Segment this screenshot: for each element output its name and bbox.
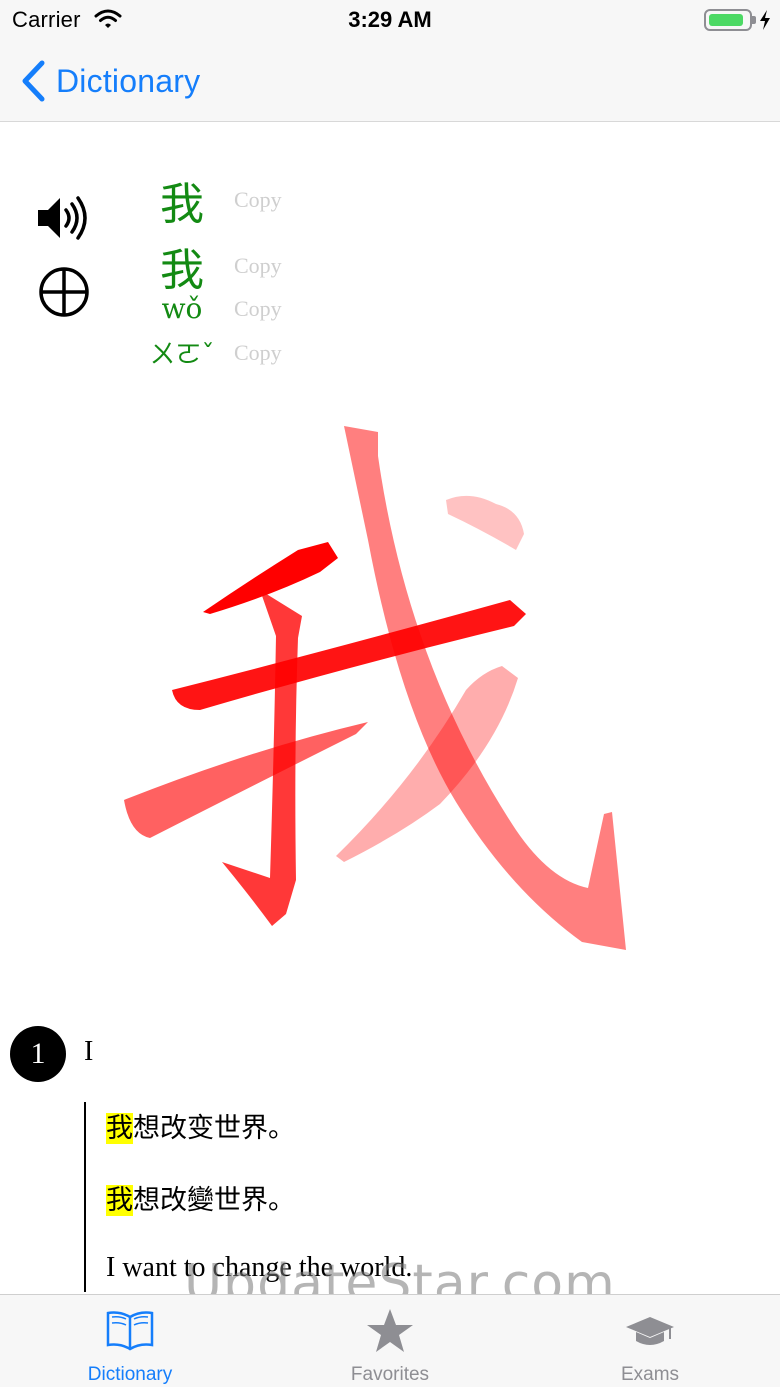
tab-label: Dictionary [87, 1364, 173, 1385]
speaker-icon[interactable] [36, 192, 92, 244]
battery-icon [704, 9, 752, 31]
simplified-character: 我 [160, 179, 204, 230]
book-icon [106, 1311, 154, 1351]
example-english: I want to change the world. [106, 1252, 413, 1283]
tab-bar: Dictionary Favorites Exams [0, 1294, 780, 1387]
clock: 3:29 AM [348, 7, 432, 32]
star-icon [367, 1309, 413, 1352]
tab-favorites[interactable]: Favorites [260, 1295, 520, 1387]
zhuyin-row: ㄨㄛˇ Copy [134, 334, 282, 371]
example-traditional-highlight: 我 [106, 1185, 133, 1216]
pinyin: wǒ [161, 292, 203, 325]
example-traditional-rest: 想改變世界。 [133, 1185, 295, 1216]
copy-zhuyin-button[interactable]: Copy [234, 340, 282, 366]
example-simplified-highlight: 我 [106, 1113, 133, 1144]
tab-label: Favorites [350, 1364, 430, 1385]
status-bar: Carrier 3:29 AM [0, 0, 780, 40]
simplified-row: 我 Copy [134, 168, 282, 232]
example-traditional: 我想改變世界。 [106, 1178, 295, 1217]
copy-simplified-button[interactable]: Copy [234, 187, 282, 213]
tab-dictionary[interactable]: Dictionary [0, 1295, 260, 1387]
stroke-order-character[interactable] [110, 410, 650, 970]
definition-text: I [84, 1036, 94, 1067]
copy-pinyin-button[interactable]: Copy [234, 296, 282, 322]
traditional-row: 我 Copy [134, 234, 282, 298]
back-button[interactable]: Dictionary [20, 56, 200, 106]
chevron-left-icon [22, 60, 45, 102]
pinyin-row: wǒ Copy [134, 292, 282, 325]
stroke-7 [446, 495, 524, 550]
copy-traditional-button[interactable]: Copy [234, 253, 282, 279]
charging-bolt-icon [760, 10, 770, 30]
example-simplified: 我想改变世界。 [106, 1106, 295, 1145]
example-simplified-rest: 想改变世界。 [133, 1113, 295, 1144]
traditional-character: 我 [160, 245, 204, 296]
tab-label: Exams [620, 1364, 680, 1385]
definition-number-badge: 1 [10, 1026, 66, 1082]
graduation-cap-icon [626, 1317, 674, 1345]
battery-level [709, 14, 743, 26]
back-button-label: Dictionary [56, 62, 201, 99]
zhuyin: ㄨㄛˇ [149, 340, 215, 370]
tab-exams[interactable]: Exams [520, 1295, 780, 1387]
stroke-4 [124, 722, 368, 838]
battery-cap [752, 16, 756, 24]
navigation-bar: Dictionary [0, 40, 780, 122]
example-block: 我想改变世界。 我想改變世界。 I want to change the wor… [84, 1102, 744, 1292]
stroke-order-icon[interactable] [38, 266, 90, 318]
